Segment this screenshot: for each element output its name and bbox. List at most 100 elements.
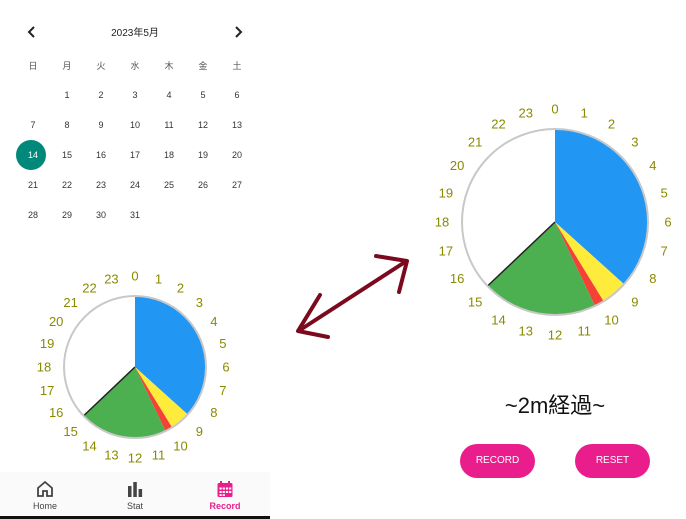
calendar-header: 2023年5月 <box>0 18 270 46</box>
large-hour-label: 10 <box>604 312 618 327</box>
calendar-day[interactable]: 27 <box>220 170 254 200</box>
large-hour-label: 23 <box>519 105 533 120</box>
day-number: 31 <box>129 210 140 220</box>
day-number: 25 <box>163 180 174 190</box>
small-hour-label: 13 <box>104 447 118 462</box>
calendar-day[interactable]: 16 <box>84 140 118 170</box>
calendar-day[interactable]: 15 <box>50 140 84 170</box>
day-number: 2 <box>98 90 104 100</box>
bottom-navigation: Home Stat Record <box>0 472 270 519</box>
small-hour-label: 12 <box>128 451 142 466</box>
day-number: 26 <box>197 180 208 190</box>
calendar-day[interactable]: 4 <box>152 80 186 110</box>
calendar-day[interactable]: 24 <box>118 170 152 200</box>
calendar-day[interactable]: 21 <box>16 170 50 200</box>
calendar-day-selected[interactable]: 14 <box>16 140 50 170</box>
calendar-day[interactable]: 18 <box>152 140 186 170</box>
small-hour-label: 9 <box>196 424 203 439</box>
day-number: 9 <box>98 120 104 130</box>
large-hour-label: 15 <box>468 294 482 309</box>
small-hour-label: 17 <box>40 383 54 398</box>
large-hour-label: 0 <box>551 102 558 117</box>
weekday-label: 木 <box>164 61 174 71</box>
small-hour-label: 15 <box>63 424 77 439</box>
small-hour-label: 7 <box>219 383 226 398</box>
calendar-grid: 1 2 3 4 5 6 7 8 9 10 11 12 13 14 15 16 17 18 19 20 21 22 23 24 2… <box>16 80 254 230</box>
large-hour-label: 12 <box>548 328 562 343</box>
large-hour-label: 13 <box>519 324 533 339</box>
calendar-day[interactable]: 3 <box>118 80 152 110</box>
calendar-day[interactable]: 10 <box>118 110 152 140</box>
day-number: 1 <box>64 90 70 100</box>
day-number: 30 <box>95 210 106 220</box>
calendar-day[interactable]: 9 <box>84 110 118 140</box>
calendar-icon <box>217 481 233 497</box>
calendar-day[interactable]: 11 <box>152 110 186 140</box>
nav-item-record[interactable]: Record <box>195 480 255 518</box>
calendar-day[interactable]: 26 <box>186 170 220 200</box>
day-number: 21 <box>27 180 38 190</box>
nav-item-home[interactable]: Home <box>15 480 75 518</box>
large-hour-label: 20 <box>450 158 464 173</box>
calendar-day[interactable]: 19 <box>186 140 220 170</box>
small-hour-label: 19 <box>40 336 54 351</box>
large-hour-label: 11 <box>577 324 591 339</box>
calendar-day[interactable]: 31 <box>118 200 152 230</box>
small-hour-label: 8 <box>210 405 217 420</box>
large-hour-label: 16 <box>450 271 464 286</box>
reset-button[interactable]: RESET <box>575 444 650 478</box>
large-hour-label: 21 <box>468 135 482 150</box>
calendar-day[interactable]: 20 <box>220 140 254 170</box>
day-number: 14 <box>27 150 38 160</box>
calendar-day[interactable]: 12 <box>186 110 220 140</box>
calendar-day[interactable]: 1 <box>50 80 84 110</box>
chevron-right-icon[interactable] <box>226 20 250 44</box>
day-number: 22 <box>61 180 72 190</box>
day-number: 18 <box>163 150 174 160</box>
calendar-day[interactable]: 6 <box>220 80 254 110</box>
calendar-day[interactable]: 28 <box>16 200 50 230</box>
calendar-day[interactable]: 29 <box>50 200 84 230</box>
large-hour-label: 19 <box>439 185 453 200</box>
large-hour-label: 3 <box>631 135 638 150</box>
calendar-day[interactable]: 7 <box>16 110 50 140</box>
home-icon <box>37 480 53 497</box>
nav-label-record: Record <box>209 501 241 511</box>
calendar-day[interactable]: 30 <box>84 200 118 230</box>
day-number: 8 <box>64 120 70 130</box>
calendar-day <box>16 80 50 110</box>
day-number: 4 <box>166 90 172 100</box>
small-hour-label: 3 <box>196 295 203 310</box>
calendar-day[interactable]: 17 <box>118 140 152 170</box>
day-number: 20 <box>231 150 242 160</box>
day-number: 6 <box>234 90 240 100</box>
weekday-label: 土 <box>232 61 242 71</box>
elapsed-time-text: ~2m経過~ <box>504 393 606 418</box>
calendar-day[interactable]: 8 <box>50 110 84 140</box>
day-number: 16 <box>95 150 106 160</box>
day-number: 11 <box>164 120 174 130</box>
bar-chart-icon <box>128 482 143 497</box>
day-number: 15 <box>61 150 72 160</box>
small-hour-label: 0 <box>131 269 138 284</box>
calendar-day[interactable]: 22 <box>50 170 84 200</box>
calendar: 2023年5月 日月火水木金土 1 2 3 4 5 6 7 8 9 10 11 12 13 14 15 16 1… <box>0 0 270 240</box>
day-number: 28 <box>27 210 38 220</box>
record-button[interactable]: RECORD <box>460 444 535 478</box>
large-hour-label: 1 <box>581 105 588 120</box>
small-hour-label: 14 <box>82 438 96 453</box>
small-time-clock: 0 1234567891011121314151617181920212223 <box>37 269 230 466</box>
calendar-day[interactable]: 5 <box>186 80 220 110</box>
calendar-day[interactable]: 25 <box>152 170 186 200</box>
large-hour-label: 9 <box>631 294 638 309</box>
day-number: 24 <box>129 180 140 190</box>
calendar-day[interactable]: 13 <box>220 110 254 140</box>
calendar-day[interactable]: 2 <box>84 80 118 110</box>
day-number: 13 <box>231 120 242 130</box>
small-hour-label: 5 <box>219 336 226 351</box>
calendar-day[interactable]: 23 <box>84 170 118 200</box>
large-hour-label: 17 <box>439 244 453 259</box>
day-number: 5 <box>200 90 206 100</box>
nav-item-stat[interactable]: Stat <box>105 480 165 518</box>
weekday-label: 日 <box>28 61 38 71</box>
